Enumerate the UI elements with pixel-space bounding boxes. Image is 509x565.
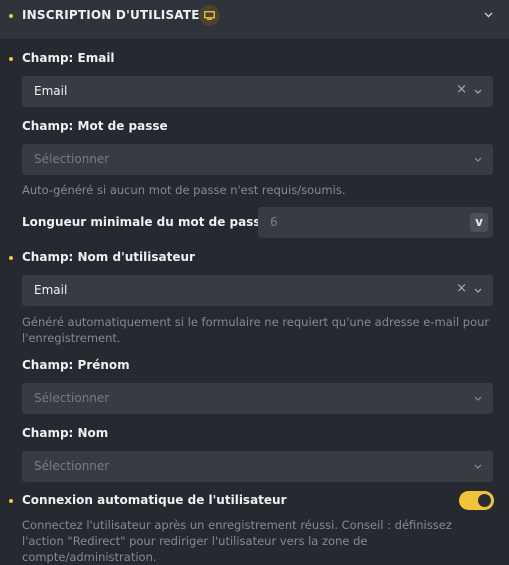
required-dot xyxy=(9,57,13,61)
password-label: Champ: Mot de passe xyxy=(22,119,168,133)
last-name-placeholder: Sélectionner xyxy=(34,459,110,473)
chevron-down-icon[interactable] xyxy=(474,396,482,401)
monitor-icon[interactable] xyxy=(199,5,220,26)
section-header[interactable]: INSCRIPTION D'UTILISATEUR xyxy=(0,0,509,40)
clear-icon[interactable]: × xyxy=(456,82,467,97)
min-length-value: 6 xyxy=(270,215,278,229)
auto-login-help: Connectez l'utilisateur après un enregis… xyxy=(22,518,452,564)
section-title: INSCRIPTION D'UTILISATEUR xyxy=(22,8,220,22)
min-length-label: Longueur minimale du mot de passe xyxy=(22,215,269,229)
username-select[interactable]: Email × xyxy=(22,275,493,306)
auto-login-toggle[interactable] xyxy=(459,491,494,510)
chevron-down-icon[interactable] xyxy=(474,288,482,293)
required-dot xyxy=(9,14,13,18)
last-name-select[interactable]: Sélectionner xyxy=(22,451,493,482)
password-placeholder: Sélectionner xyxy=(34,152,110,166)
toggle-knob xyxy=(478,494,491,507)
first-name-placeholder: Sélectionner xyxy=(34,391,110,405)
password-help: Auto-généré si aucun mot de passe n'est … xyxy=(22,183,346,197)
auto-login-label: Connexion automatique de l'utilisateur xyxy=(22,493,287,507)
chevron-down-icon[interactable] xyxy=(474,89,482,94)
min-length-input[interactable]: 6 v xyxy=(258,207,493,238)
required-dot xyxy=(9,499,13,503)
last-name-label: Champ: Nom xyxy=(22,426,109,440)
clear-icon[interactable]: × xyxy=(456,281,467,296)
password-select[interactable]: Sélectionner xyxy=(22,144,493,175)
chevron-down-icon[interactable] xyxy=(474,464,482,469)
username-help: Généré automatiquement si le formulaire … xyxy=(22,315,490,345)
chevron-down-icon[interactable] xyxy=(474,157,482,162)
first-name-select[interactable]: Sélectionner xyxy=(22,383,493,414)
username-select-value: Email xyxy=(34,283,68,297)
email-label: Champ: Email xyxy=(22,51,115,65)
min-length-stepper-button[interactable]: v xyxy=(470,213,488,232)
email-select[interactable]: Email × xyxy=(22,76,493,107)
username-label: Champ: Nom d'utilisateur xyxy=(22,250,195,264)
required-dot xyxy=(9,256,13,260)
email-select-value: Email xyxy=(34,84,68,98)
chevron-down-icon[interactable] xyxy=(484,12,493,18)
first-name-label: Champ: Prénom xyxy=(22,358,130,372)
